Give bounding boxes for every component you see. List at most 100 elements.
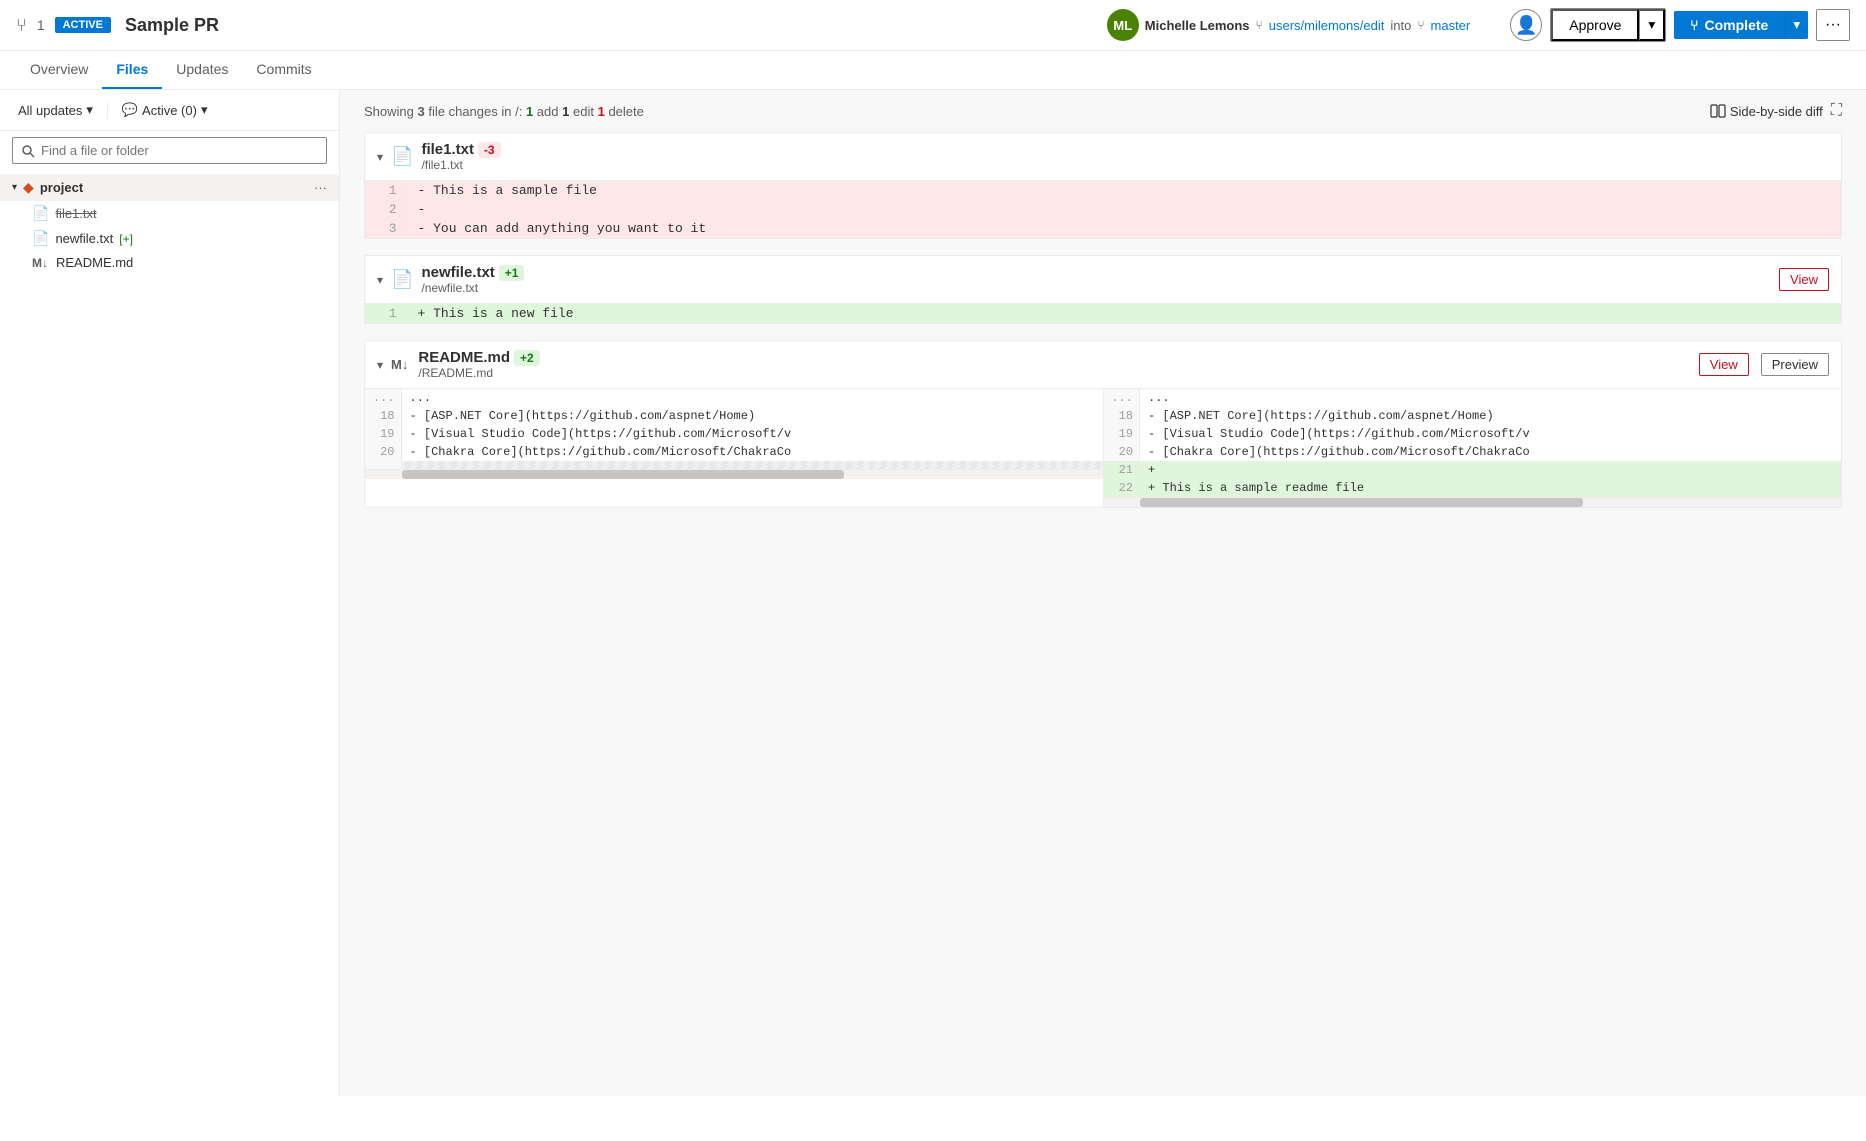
- line-num: 19: [365, 425, 401, 443]
- folder-more[interactable]: ···: [314, 180, 327, 195]
- line-content: - [Visual Studio Code](https://github.co…: [401, 425, 1103, 443]
- table-row: 19 - [Visual Studio Code](https://github…: [365, 425, 1103, 443]
- readme-left-table: ... ... 18 - [ASP.NET Core](https://gith…: [365, 389, 1103, 469]
- complete-label: Complete: [1705, 17, 1769, 33]
- readme-diff-badge: +2: [514, 350, 540, 366]
- tab-updates[interactable]: Updates: [162, 51, 242, 89]
- newfile-diff-table: 1 + This is a new file: [365, 304, 1841, 323]
- line-num: 18: [365, 407, 401, 425]
- folder-name: project: [40, 180, 308, 195]
- target-branch-link[interactable]: master: [1431, 18, 1471, 33]
- tree-item-newfile[interactable]: 📄 newfile.txt [+]: [0, 226, 339, 251]
- complete-branch-icon: ⑂: [1690, 17, 1698, 33]
- approve-caret[interactable]: ▾: [1639, 9, 1665, 41]
- complete-caret[interactable]: ▾: [1784, 11, 1808, 39]
- line-num: 2: [365, 200, 405, 219]
- line-content: - [Chakra Core](https://github.com/Micro…: [401, 443, 1103, 461]
- complete-button[interactable]: ⑂ Complete: [1674, 11, 1784, 39]
- line-num: 22: [1104, 479, 1140, 497]
- readme-view-button[interactable]: View: [1699, 353, 1749, 376]
- readme-left-scrollbar[interactable]: [365, 469, 1103, 479]
- line-content: - [Chakra Core](https://github.com/Micro…: [1140, 443, 1842, 461]
- line-content: - [ASP.NET Core](https://github.com/aspn…: [1140, 407, 1842, 425]
- search-input[interactable]: [12, 137, 327, 164]
- newfile-path: /newfile.txt: [421, 281, 524, 295]
- folder-chevron: ▾: [12, 182, 17, 193]
- newfile-name: newfile.txt: [55, 231, 113, 246]
- line-num: 20: [365, 443, 401, 461]
- main-layout: All updates ▾ 💬 Active (0) ▾ ▾ ◆ project…: [0, 90, 1866, 1096]
- tree-item-file1[interactable]: 📄 file1.txt: [0, 201, 339, 226]
- file1-doc-icon: 📄: [391, 146, 413, 167]
- all-updates-label: All updates: [18, 103, 82, 118]
- readme-md-icon: M↓: [32, 256, 48, 270]
- file1-chevron[interactable]: ▾: [377, 150, 383, 164]
- sidebar-toolbar: All updates ▾ 💬 Active (0) ▾: [0, 90, 339, 131]
- newfile-filename: newfile.txt: [421, 264, 494, 281]
- approve-button[interactable]: Approve: [1551, 9, 1639, 41]
- table-row: 20 - [Chakra Core](https://github.com/Mi…: [1104, 443, 1842, 461]
- source-branch-link[interactable]: users/milemons/edit: [1269, 18, 1385, 33]
- comments-dropdown[interactable]: 💬 Active (0) ▾: [116, 98, 214, 122]
- line-num: 21: [1104, 461, 1140, 479]
- readme-preview-button[interactable]: Preview: [1761, 353, 1829, 376]
- readme-header: ▾ M↓ README.md +2 /README.md View Previe…: [365, 341, 1841, 389]
- target-branch-icon: ⑂: [1417, 18, 1424, 32]
- comments-label: Active (0): [142, 103, 197, 118]
- table-row: 19 - [Visual Studio Code](https://github…: [1104, 425, 1842, 443]
- expand-button[interactable]: ⛶: [1831, 102, 1842, 120]
- line-num: 20: [1104, 443, 1140, 461]
- line-content: - [ASP.NET Core](https://github.com/aspn…: [401, 407, 1103, 425]
- line-content: -: [405, 200, 1841, 219]
- line-content: + This is a new file: [405, 304, 1841, 323]
- reviewer-avatar: 👤: [1510, 9, 1542, 41]
- tab-commits[interactable]: Commits: [242, 51, 325, 89]
- readme-left-side: ... ... 18 - [ASP.NET Core](https://gith…: [365, 389, 1104, 507]
- header-right: ML Michelle Lemons ⑂ users/milemons/edit…: [1107, 8, 1850, 42]
- file-card-newfile: ▾ 📄 newfile.txt +1 /newfile.txt View 1: [364, 255, 1842, 324]
- readme-right-side: ... ... 18 - [ASP.NET Core](https://gith…: [1104, 389, 1842, 507]
- readme-name: README.md: [56, 255, 133, 270]
- line-content: +: [1140, 461, 1842, 479]
- line-num: 19: [1104, 425, 1140, 443]
- side-by-side-icon: [1710, 103, 1726, 119]
- table-row: 22 + This is a sample readme file: [1104, 479, 1842, 497]
- file-card-readme: ▾ M↓ README.md +2 /README.md View Previe…: [364, 340, 1842, 508]
- table-row: ... ...: [365, 389, 1103, 407]
- comments-chevron: ▾: [201, 102, 208, 118]
- complete-button-group: ⑂ Complete ▾: [1674, 11, 1808, 39]
- line-num: ...: [365, 389, 401, 407]
- line-content: ...: [401, 389, 1103, 407]
- table-row: 18 - [ASP.NET Core](https://github.com/a…: [365, 407, 1103, 425]
- pr-count: 1: [37, 17, 45, 33]
- readme-right-scrollbar[interactable]: [1104, 497, 1842, 507]
- avatar: ML: [1107, 9, 1139, 41]
- all-updates-dropdown[interactable]: All updates ▾: [12, 98, 99, 122]
- readme-chevron[interactable]: ▾: [377, 358, 383, 372]
- file1-path: /file1.txt: [421, 158, 500, 172]
- newfile-view-button[interactable]: View: [1779, 268, 1829, 291]
- table-row: 18 - [ASP.NET Core](https://github.com/a…: [1104, 407, 1842, 425]
- line-content: - This is a sample file: [405, 181, 1841, 200]
- header: ⑂ 1 ACTIVE Sample PR ML Michelle Lemons …: [0, 0, 1866, 51]
- newfile-doc-icon: 📄: [391, 269, 413, 290]
- tree-folder-project[interactable]: ▾ ◆ project ···: [0, 174, 339, 201]
- side-by-side-button[interactable]: Side-by-side diff: [1710, 103, 1823, 119]
- nav-tabs: Overview Files Updates Commits: [0, 51, 1866, 90]
- more-button[interactable]: ···: [1816, 9, 1850, 41]
- newfile-chevron[interactable]: ▾: [377, 273, 383, 287]
- line-num: 18: [1104, 407, 1140, 425]
- line-content: - You can add anything you want to it: [405, 219, 1841, 238]
- tree-item-readme[interactable]: M↓ README.md: [0, 251, 339, 274]
- file-card-file1: ▾ 📄 file1.txt -3 /file1.txt 1 - This is …: [364, 132, 1842, 239]
- into-label: into: [1390, 18, 1411, 33]
- tab-files[interactable]: Files: [102, 51, 162, 89]
- content-area: Showing 3 file changes in /: 1 add 1 edi…: [340, 90, 1866, 1096]
- newfile-header: ▾ 📄 newfile.txt +1 /newfile.txt View: [365, 256, 1841, 304]
- table-row: 3 - You can add anything you want to it: [365, 219, 1841, 238]
- tab-overview[interactable]: Overview: [16, 51, 102, 89]
- file1-diff-badge: -3: [478, 142, 501, 158]
- readme-filename: README.md: [418, 349, 510, 366]
- line-num: 1: [365, 304, 405, 323]
- line-num: 3: [365, 219, 405, 238]
